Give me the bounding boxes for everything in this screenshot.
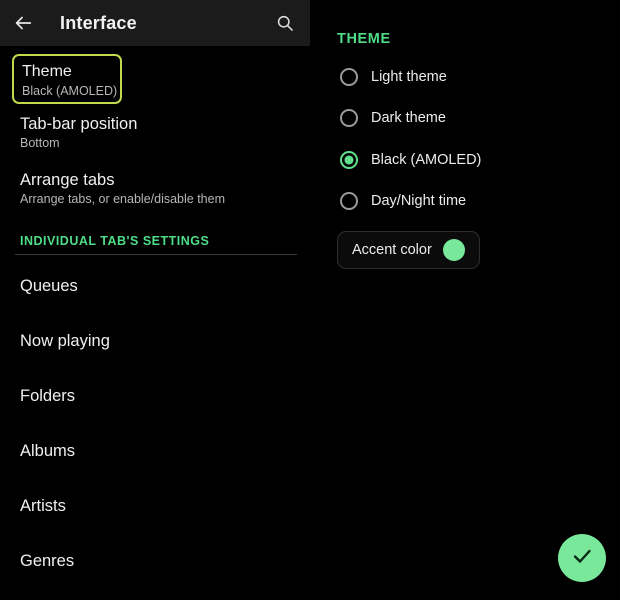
settings-left-pane: Interface Theme Black (AMOLED) Tab-bar p…: [0, 0, 310, 600]
list-item-label: Folders: [20, 387, 76, 405]
sidebar-item-artists[interactable]: Artists: [0, 496, 310, 516]
list-item-label: Genres: [20, 552, 75, 570]
pref-item-subtitle: Arrange tabs, or enable/disable them: [20, 192, 225, 206]
sidebar-item-now-playing[interactable]: Now playing: [0, 331, 310, 351]
radio-option-black-amoled[interactable]: Black (AMOLED): [340, 145, 600, 175]
radio-option-light-theme[interactable]: Light theme: [340, 62, 600, 92]
page-title: Interface: [60, 12, 137, 33]
sidebar-item-genres[interactable]: Genres: [0, 551, 310, 571]
accent-color-button[interactable]: Accent color: [337, 231, 480, 269]
pref-item-title: Tab-bar position: [20, 115, 138, 133]
confirm-fab-button[interactable]: [558, 534, 606, 582]
radio-option-label: Black (AMOLED): [371, 152, 482, 168]
radio-option-label: Dark theme: [371, 110, 446, 126]
pref-item-subtitle: Bottom: [20, 136, 60, 150]
check-icon: [570, 544, 594, 573]
radio-button-icon[interactable]: [340, 192, 358, 210]
radio-button-selected-icon[interactable]: [340, 151, 358, 169]
radio-option-label: Light theme: [371, 69, 447, 85]
section-divider: [15, 254, 297, 255]
sidebar-item-queues[interactable]: Queues: [0, 276, 310, 296]
pref-item-tab-bar-position[interactable]: Tab-bar position Bottom: [0, 114, 310, 151]
pref-item-title: Theme: [22, 63, 72, 80]
sidebar-item-albums[interactable]: Albums: [0, 441, 310, 461]
search-icon[interactable]: [262, 0, 308, 46]
pref-item-title: Arrange tabs: [20, 171, 115, 189]
list-item-label: Queues: [20, 277, 78, 295]
list-item-label: Albums: [20, 442, 76, 460]
app-bar: Interface: [0, 0, 310, 46]
accent-color-label: Accent color: [352, 242, 432, 258]
list-item-label: Now playing: [20, 332, 110, 350]
arrow-left-icon[interactable]: [2, 0, 44, 46]
pref-item-subtitle: Black (AMOLED): [22, 84, 118, 98]
pref-item-theme[interactable]: Theme Black (AMOLED): [12, 54, 122, 104]
theme-detail-pane: THEME Light theme Dark theme Black (AMOL…: [310, 0, 620, 600]
radio-option-day-night-time[interactable]: Day/Night time: [340, 186, 600, 216]
sidebar-item-folders[interactable]: Folders: [0, 386, 310, 406]
pref-item-arrange-tabs[interactable]: Arrange tabs Arrange tabs, or enable/dis…: [0, 170, 310, 207]
radio-button-icon[interactable]: [340, 68, 358, 86]
list-item-label: Artists: [20, 497, 66, 515]
radio-option-label: Day/Night time: [371, 193, 467, 209]
radio-button-icon[interactable]: [340, 109, 358, 127]
theme-section-header: THEME: [337, 31, 391, 47]
accent-color-swatch[interactable]: [443, 239, 465, 261]
section-header-individual-tabs: INDIVIDUAL TAB'S SETTINGS: [20, 234, 210, 248]
radio-option-dark-theme[interactable]: Dark theme: [340, 103, 600, 133]
